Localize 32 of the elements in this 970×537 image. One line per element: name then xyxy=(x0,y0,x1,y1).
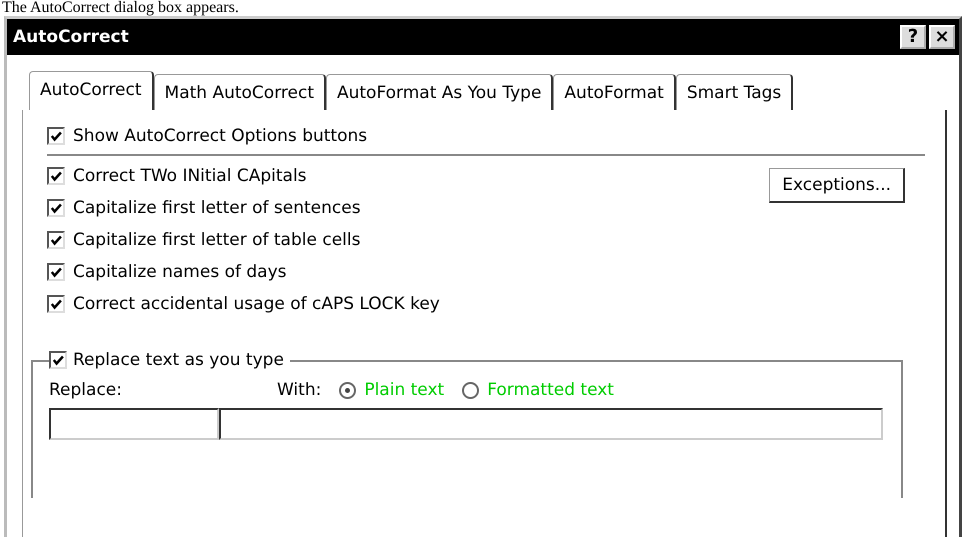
checkbox-label: Capitalize first letter of table cells xyxy=(73,230,360,250)
checkbox-label: Capitalize first letter of sentences xyxy=(73,198,361,218)
checkbox-label: Show AutoCorrect Options buttons xyxy=(73,126,368,146)
checkbox[interactable] xyxy=(47,263,65,281)
radio-label: Plain text xyxy=(364,380,444,400)
checkbox-label: Correct accidental usage of cAPS LOCK key xyxy=(73,294,440,314)
checkbox[interactable] xyxy=(47,199,65,217)
checkbox-label: Capitalize names of days xyxy=(73,262,287,282)
checkbox[interactable] xyxy=(47,295,65,313)
caption-text: The AutoCorrect dialog box appears. xyxy=(1,0,240,16)
with-label: With: xyxy=(277,380,322,400)
radio-button[interactable] xyxy=(339,382,356,398)
replace-field[interactable] xyxy=(49,408,219,440)
checkbox[interactable] xyxy=(49,351,67,369)
replace-label: Replace: xyxy=(49,380,123,400)
tab[interactable]: AutoFormat xyxy=(553,74,676,110)
with-field[interactable] xyxy=(219,408,883,440)
checkbox[interactable] xyxy=(47,167,65,185)
tab[interactable]: AutoCorrect xyxy=(29,71,154,110)
tab[interactable]: Math AutoCorrect xyxy=(154,74,326,110)
checkbox[interactable] xyxy=(47,127,65,145)
tab[interactable]: AutoFormat As You Type xyxy=(326,74,554,110)
checkbox-label: Correct TWo INitial CApitals xyxy=(73,166,307,186)
checkbox[interactable] xyxy=(47,231,65,249)
checkbox-label: Replace text as you type xyxy=(73,350,284,370)
radio-label: Formatted text xyxy=(487,380,614,400)
exceptions-button[interactable]: Exceptions... xyxy=(769,168,905,203)
tab[interactable]: Smart Tags xyxy=(676,74,794,110)
help-button[interactable]: ? xyxy=(900,25,926,49)
radio-button[interactable] xyxy=(462,382,480,398)
close-button[interactable]: × xyxy=(929,25,955,49)
window-title: AutoCorrect xyxy=(13,27,130,47)
